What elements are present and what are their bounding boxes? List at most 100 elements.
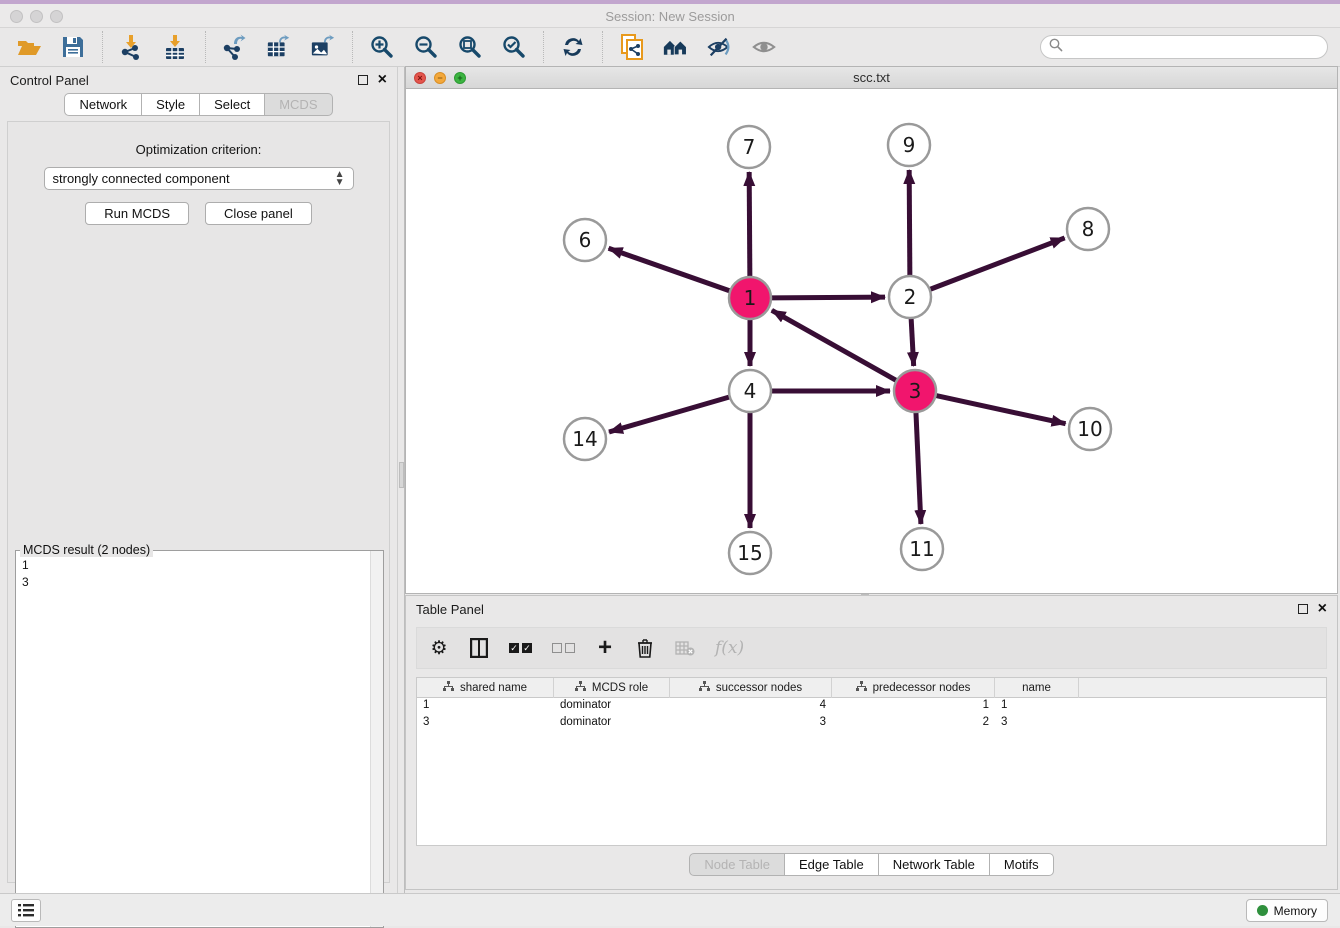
search-input[interactable] xyxy=(1068,40,1319,54)
gear-icon[interactable]: ⚙ xyxy=(429,637,449,659)
close-panel-button[interactable]: Close panel xyxy=(205,202,312,225)
column-header-successor-nodes[interactable]: successor nodes xyxy=(670,678,832,698)
mcds-tab-content: Optimization criterion: strongly connect… xyxy=(7,121,390,883)
criterion-selected-value: strongly connected component xyxy=(53,171,230,186)
graph-node-14[interactable]: 14 xyxy=(564,418,606,460)
vertical-splitter[interactable] xyxy=(397,67,405,893)
cell-predecessor-nodes[interactable]: 2 xyxy=(832,715,995,732)
edge-2-8[interactable] xyxy=(930,238,1065,290)
svg-text:10: 10 xyxy=(1077,417,1102,441)
graph-node-1[interactable]: 1 xyxy=(729,277,771,319)
tab-network[interactable]: Network xyxy=(64,93,142,116)
edge-3-1[interactable] xyxy=(772,310,897,380)
graph-node-4[interactable]: 4 xyxy=(729,370,771,412)
delete-column-icon[interactable] xyxy=(635,637,655,659)
graph-node-2[interactable]: 2 xyxy=(889,276,931,318)
network-window-title: scc.txt xyxy=(406,70,1337,85)
edge-3-11[interactable] xyxy=(916,412,921,524)
graph-node-7[interactable]: 7 xyxy=(728,126,770,168)
mcds-result-scrollbar[interactable] xyxy=(370,551,383,927)
clear-checkboxes-icon[interactable] xyxy=(552,637,575,659)
network-overview-icon[interactable] xyxy=(663,34,689,60)
edge-2-9[interactable] xyxy=(909,170,910,276)
graph-node-8[interactable]: 8 xyxy=(1067,208,1109,250)
cell-name[interactable]: 1 xyxy=(995,698,1079,715)
function-builder-icon: f(x) xyxy=(715,637,744,659)
zoom-selected-icon[interactable] xyxy=(501,34,527,60)
cell-successor-nodes[interactable]: 4 xyxy=(670,698,832,715)
graph-node-15[interactable]: 15 xyxy=(729,532,771,574)
graph-node-9[interactable]: 9 xyxy=(888,124,930,166)
import-table-icon[interactable] xyxy=(163,34,189,60)
column-header-shared-name[interactable]: shared name xyxy=(417,678,554,698)
cell-successor-nodes[interactable]: 3 xyxy=(670,715,832,732)
export-network-icon[interactable] xyxy=(222,34,248,60)
cell-MCDS-role[interactable]: dominator xyxy=(554,715,670,732)
split-column-icon[interactable] xyxy=(469,637,489,659)
cell-MCDS-role[interactable]: dominator xyxy=(554,698,670,715)
open-session-icon[interactable] xyxy=(16,34,42,60)
import-network-icon[interactable] xyxy=(119,34,145,60)
close-panel-icon[interactable]: × xyxy=(378,75,387,85)
table-toolbar: ⚙ ✓✓ + f(x) xyxy=(416,627,1327,669)
hide-panels-icon[interactable] xyxy=(707,34,733,60)
edge-2-3[interactable] xyxy=(911,318,914,366)
tab-motifs[interactable]: Motifs xyxy=(990,853,1054,876)
column-header-name[interactable]: name xyxy=(995,678,1079,698)
vertical-splitter-grip[interactable] xyxy=(399,462,404,488)
criterion-select[interactable]: strongly connected component ▲▼ xyxy=(44,167,354,190)
cell-name[interactable]: 3 xyxy=(995,715,1079,732)
add-column-icon[interactable]: + xyxy=(595,637,615,659)
tab-network-table[interactable]: Network Table xyxy=(879,853,990,876)
tab-select[interactable]: Select xyxy=(200,93,265,116)
zoom-out-icon[interactable] xyxy=(413,34,439,60)
float-panel-icon[interactable] xyxy=(358,75,368,85)
graph-node-11[interactable]: 11 xyxy=(901,528,943,570)
tab-style[interactable]: Style xyxy=(142,93,200,116)
duplicate-network-icon[interactable] xyxy=(619,34,645,60)
run-mcds-button[interactable]: Run MCDS xyxy=(85,202,189,225)
refresh-icon[interactable] xyxy=(560,34,586,60)
main-toolbar xyxy=(0,28,1340,67)
edge-1-2[interactable] xyxy=(771,297,885,298)
window-title: Session: New Session xyxy=(0,9,1340,24)
column-header-MCDS-role[interactable]: MCDS role xyxy=(554,678,670,698)
graph-node-10[interactable]: 10 xyxy=(1069,408,1111,450)
zoom-in-icon[interactable] xyxy=(369,34,395,60)
network-graph-canvas[interactable]: 7 9 6 8 1 2 4 3 14 10 15 11 xyxy=(406,89,1337,593)
edge-4-14[interactable] xyxy=(609,397,730,432)
zoom-fit-icon[interactable] xyxy=(457,34,483,60)
select-updown-icon: ▲▼ xyxy=(335,171,345,187)
select-all-checkboxes-icon[interactable]: ✓✓ xyxy=(509,637,532,659)
mcds-result-text[interactable]: 1 3 xyxy=(16,553,370,927)
edge-3-10[interactable] xyxy=(936,395,1066,423)
memory-button[interactable]: Memory xyxy=(1246,899,1328,922)
edge-1-7[interactable] xyxy=(749,172,750,277)
svg-text:7: 7 xyxy=(743,135,756,159)
svg-text:1: 1 xyxy=(744,286,757,310)
column-header-predecessor-nodes[interactable]: predecessor nodes xyxy=(832,678,995,698)
graph-node-3[interactable]: 3 xyxy=(894,370,936,412)
column-label: predecessor nodes xyxy=(873,682,971,694)
save-session-icon[interactable] xyxy=(60,34,86,60)
task-history-button[interactable] xyxy=(11,899,41,922)
graph-node-6[interactable]: 6 xyxy=(564,219,606,261)
network-view-window: × − + scc.txt 7 9 6 8 1 2 4 3 14 10 15 11 xyxy=(405,66,1338,594)
tab-mcds[interactable]: MCDS xyxy=(265,93,332,116)
cell-predecessor-nodes[interactable]: 1 xyxy=(832,698,995,715)
close-table-panel-icon[interactable]: × xyxy=(1318,604,1327,614)
tab-node-table[interactable]: Node Table xyxy=(689,853,785,876)
edge-1-6[interactable] xyxy=(609,248,731,291)
svg-text:14: 14 xyxy=(572,427,597,451)
export-image-icon[interactable] xyxy=(310,34,336,60)
search-field[interactable] xyxy=(1040,35,1328,59)
svg-text:4: 4 xyxy=(744,379,757,403)
cell-shared-name[interactable]: 1 xyxy=(417,698,554,715)
tab-edge-table[interactable]: Edge Table xyxy=(785,853,879,876)
table-row-1[interactable]: 3dominator323 xyxy=(417,715,1326,732)
export-table-icon[interactable] xyxy=(266,34,292,60)
network-window-titlebar[interactable]: × − + scc.txt xyxy=(406,67,1337,89)
cell-shared-name[interactable]: 3 xyxy=(417,715,554,732)
float-table-panel-icon[interactable] xyxy=(1298,604,1308,614)
table-row-0[interactable]: 1dominator411 xyxy=(417,698,1326,715)
